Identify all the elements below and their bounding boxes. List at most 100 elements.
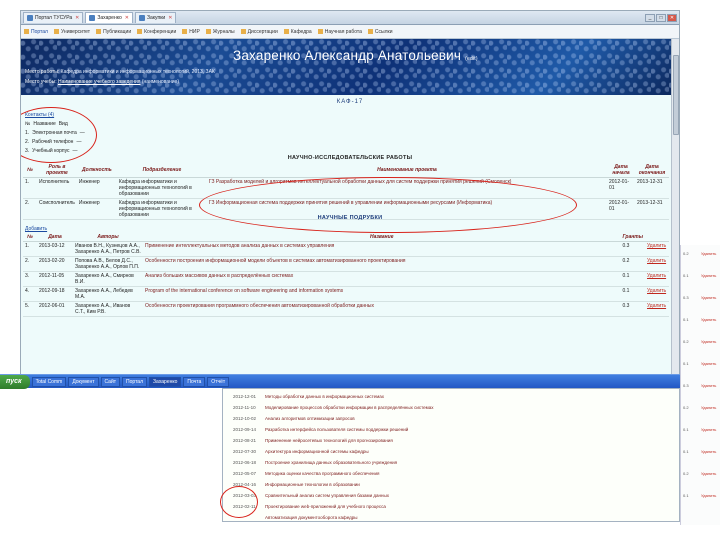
publication-link[interactable]: Анализ больших массивов данных в распред…	[143, 271, 621, 287]
publication-link[interactable]: Построение хранилища данных образователь…	[265, 460, 679, 465]
table-row: 5. 2012-06-01 Захаренко А.А., Иванов С.Т.,…	[23, 301, 669, 317]
folder-icon	[367, 29, 373, 34]
research-table: № Роль в проекте Должность Подразделение…	[23, 163, 669, 220]
bookmark-item[interactable]: Научная работа	[317, 29, 362, 35]
delete-link[interactable]: Удалить	[645, 241, 669, 257]
start-button[interactable]: пуск	[0, 374, 30, 389]
tab-portal[interactable]: Портал ТУСУРа ✕	[23, 12, 84, 23]
taskbar-item[interactable]: Портал	[122, 376, 148, 387]
contacts-title[interactable]: Контакты (4)	[25, 111, 85, 120]
publication-link[interactable]: Сравнительный анализ систем управления б…	[265, 493, 679, 498]
project-link[interactable]: ГЗ Разработка моделей и алгоритмов интел…	[206, 177, 607, 199]
edit-link[interactable]: (edit)	[465, 56, 478, 62]
delete-link[interactable]: Удалить	[645, 256, 669, 272]
taskbar-item[interactable]: Total Comm	[31, 376, 67, 387]
publication-link[interactable]: Моделирование процессов обработки информ…	[265, 405, 679, 410]
maximize-icon[interactable]: □	[656, 13, 666, 22]
close-icon[interactable]: ✕	[75, 15, 79, 21]
study-link[interactable]: Наименование учебного заведения	[58, 79, 140, 85]
bookmark-item[interactable]: Диссертации	[240, 29, 278, 35]
vertical-scrollbar[interactable]	[671, 39, 679, 379]
scrollbar-thumb[interactable]	[673, 55, 679, 135]
delete-link[interactable]: Удалить	[701, 295, 716, 300]
list-item: 2012-07-30 Архитектура информационной сис…	[223, 446, 679, 457]
list-item: 2012-02-11 Проектирование web-приложений …	[223, 501, 679, 512]
department-label: КАФ-17	[336, 99, 364, 105]
delete-link[interactable]: Удалить	[701, 405, 716, 410]
delete-link[interactable]: Удалить	[701, 493, 716, 498]
publication-link[interactable]: Разработка интерфейса пользователя систе…	[265, 427, 679, 432]
bookmark-item[interactable]: Журналы	[205, 29, 235, 35]
delete-link[interactable]: Удалить	[701, 427, 716, 432]
publication-link[interactable]: Методика оценки качества программного об…	[265, 471, 679, 476]
taskbar-item[interactable]: Захаренко	[149, 376, 182, 387]
publications-table: № Дата Авторы Название Гранты 1. 2013-03-…	[23, 233, 669, 317]
bookmark-item[interactable]: Конференции	[137, 29, 176, 35]
folder-icon	[53, 29, 59, 34]
table-row: 2. 2013-02-20 Попова А.В., Белов Д.С., Зах…	[23, 256, 669, 272]
page-icon	[138, 15, 145, 21]
table-row: 1. 2013-03-12 Иванов В.Н., Кузнецов А.А., …	[23, 241, 669, 257]
folder-icon	[96, 29, 102, 34]
publication-link[interactable]: Применение интеллектуальных методов анал…	[143, 241, 621, 257]
publication-link[interactable]: Program of the international conference …	[143, 286, 621, 302]
delete-link[interactable]: Удалить	[701, 449, 716, 454]
taskbar-item[interactable]: Документ	[68, 376, 99, 387]
profile-banner: Захаренко Александр Анатольевич (edit) М…	[21, 39, 679, 95]
page-icon	[89, 15, 96, 21]
workplace-line: Место работы: Кафедра информатики и инфо…	[25, 69, 215, 75]
delete-link[interactable]: Удалить	[701, 251, 716, 256]
folder-icon	[240, 29, 246, 34]
folder-icon	[205, 29, 211, 34]
tab-zakupki[interactable]: Закупки ✕	[134, 12, 177, 23]
folder-icon	[317, 29, 323, 34]
publication-link[interactable]: Особенности проектирования программного …	[143, 301, 621, 317]
bookmark-item[interactable]: Ссылки	[367, 29, 393, 35]
publication-link[interactable]: Проектирование web-приложений для учебно…	[265, 504, 679, 509]
delete-link[interactable]: Удалить	[701, 361, 716, 366]
delete-link[interactable]: Удалить	[645, 301, 669, 317]
bookmark-item[interactable]: Портал	[24, 29, 48, 35]
delete-link[interactable]: Удалить	[701, 471, 716, 476]
delete-link[interactable]: Удалить	[701, 273, 716, 278]
publication-link[interactable]: Применение нейросетевых технологий для п…	[265, 438, 679, 443]
publication-link[interactable]: Анализ алгоритмов оптимизации запросов	[265, 416, 679, 421]
delete-link[interactable]: Удалить	[645, 271, 669, 287]
bookmark-item[interactable]: НИР	[182, 29, 200, 35]
publication-link[interactable]: Автоматизация документооборота кафедры	[265, 515, 679, 520]
folder-icon	[24, 29, 29, 34]
close-icon[interactable]: ✕	[168, 15, 172, 21]
list-item: 2012-12-01 Методы обработки данных в инфо…	[223, 391, 679, 402]
list-item: 2. Рабочий телефон —	[25, 139, 82, 145]
minimize-icon[interactable]: _	[645, 13, 655, 22]
taskbar-item[interactable]: Почта	[183, 376, 206, 387]
tab-bar: Портал ТУСУРа ✕ Захаренко ✕ Закупки ✕ _ □ ✕	[21, 11, 679, 25]
table-row: 1. Исполнитель Инженер Кафедра информати…	[23, 177, 669, 199]
profile-content: КАФ-17 Контакты (4) № Название Вид 1. Элект…	[21, 95, 679, 367]
bookmarks-bar: Портал Университет Публикации Конференци…	[21, 25, 679, 39]
page-icon	[27, 15, 33, 21]
list-item: № Название Вид	[25, 121, 68, 127]
publication-link[interactable]: Информационные технологии в образовании	[265, 482, 679, 487]
delete-link[interactable]: Удалить	[645, 286, 669, 302]
delete-link[interactable]: Удалить	[701, 383, 716, 388]
taskbar-item[interactable]: Отчёт	[207, 376, 230, 387]
add-publication-link[interactable]: Добавить	[25, 226, 47, 232]
publication-link[interactable]: Методы обработки данных в информационных…	[265, 394, 679, 399]
publications-title: НАУЧНЫЕ ПОДРУБКИ	[317, 215, 383, 221]
publication-link[interactable]: Архитектура информационной системы кафед…	[265, 449, 679, 454]
taskbar-item[interactable]: Сайт	[100, 376, 121, 387]
delete-link[interactable]: Удалить	[701, 339, 716, 344]
bookmark-item[interactable]: Публикации	[96, 29, 131, 35]
publication-link[interactable]: Особенности построения информационной мо…	[143, 256, 621, 272]
list-item: Автоматизация документооборота кафедры	[223, 512, 679, 521]
close-window-icon[interactable]: ✕	[667, 13, 677, 22]
bookmark-item[interactable]: Университет	[53, 29, 90, 35]
list-item: 1. Электронная почта —	[25, 130, 85, 136]
list-item: 2012-04-16 Информационные технологии в об…	[223, 479, 679, 490]
tab-profile[interactable]: Захаренко ✕	[85, 12, 133, 23]
delete-link[interactable]: Удалить	[701, 317, 716, 322]
close-icon[interactable]: ✕	[125, 15, 129, 21]
bookmark-item[interactable]: Кафедра	[283, 29, 312, 35]
profile-name: Захаренко Александр Анатольевич (edit)	[233, 48, 478, 63]
